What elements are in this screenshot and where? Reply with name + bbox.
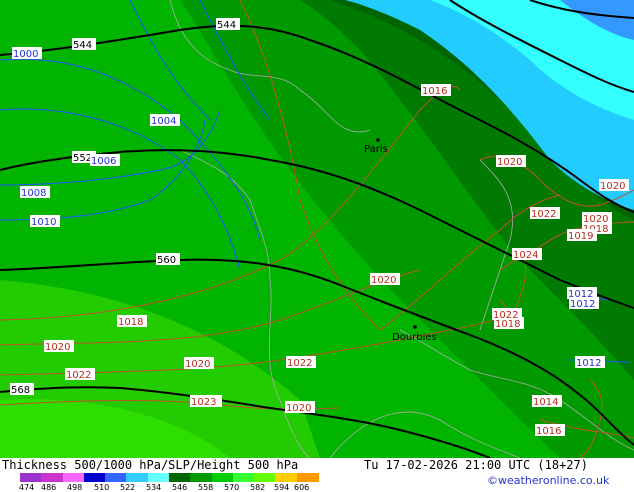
pressure-label: 1006	[91, 156, 116, 167]
scale-tick: 522	[120, 483, 136, 492]
scale-tick: 558	[198, 483, 214, 492]
scale-tick: 534	[146, 483, 162, 492]
pressure-label: 1022	[66, 370, 91, 381]
pressure-label: 1020	[371, 275, 396, 286]
pressure-label: 1020	[185, 359, 210, 370]
pressure-label: 1020	[286, 403, 311, 414]
map-datetime: Tu 17-02-2026 21:00 UTC (18+27)	[364, 458, 588, 472]
pressure-label: 1016	[422, 86, 447, 97]
scale-swatch	[275, 473, 298, 482]
pressure-label: 1020	[600, 181, 625, 192]
scale-swatch	[126, 473, 149, 482]
height-label: 544	[73, 40, 92, 51]
scale-tick: 606	[294, 483, 310, 492]
pressure-label: 1019	[568, 231, 593, 242]
pressure-label: 1020	[45, 342, 70, 353]
height-label: 560	[157, 255, 176, 266]
pressure-label: 1008	[21, 188, 46, 199]
scale-swatch	[169, 473, 191, 482]
scale-swatch	[190, 473, 213, 482]
pressure-label: 1000	[13, 49, 38, 60]
pressure-label: 1018	[118, 317, 143, 328]
scale-tick: 582	[250, 483, 266, 492]
scale-tick: 498	[67, 483, 83, 492]
pressure-label: 1004	[151, 116, 176, 127]
pressure-label: 1016	[536, 426, 561, 437]
pressure-label: 1022	[531, 209, 556, 220]
dourbies-marker	[413, 325, 417, 329]
height-label: 552	[73, 153, 92, 164]
height-label: 544	[217, 20, 236, 31]
scale-swatch	[254, 473, 277, 482]
scale-tick: 510	[94, 483, 110, 492]
scale-tick: 594	[274, 483, 290, 492]
scale-swatch	[147, 473, 170, 482]
city-label-paris: Paris	[364, 144, 388, 155]
weather-map: Paris Dourbies 544 544 552 560 568 1000 …	[0, 0, 634, 458]
scale-swatch	[296, 473, 319, 482]
height-label: 568	[11, 385, 30, 396]
pressure-label: 1023	[191, 397, 216, 408]
scale-tick: 474	[19, 483, 35, 492]
scale-swatch	[20, 473, 42, 482]
scale-swatch	[211, 473, 234, 482]
pressure-label: 1010	[31, 217, 56, 228]
paris-marker	[376, 138, 380, 142]
pressure-label: 1022	[287, 358, 312, 369]
pressure-label: 1012	[576, 358, 601, 369]
scale-tick: 570	[224, 483, 240, 492]
credit-link[interactable]: ©weatheronline.co.uk	[487, 474, 609, 487]
pressure-label: 1024	[513, 250, 538, 261]
pressure-label: 1022	[493, 310, 518, 321]
scale-swatch	[62, 473, 85, 482]
scale-tick: 546	[172, 483, 188, 492]
pressure-label: 1012	[570, 299, 595, 310]
pressure-label: 1014	[533, 397, 558, 408]
pressure-label: 1020	[497, 157, 522, 168]
scale-swatch	[41, 473, 64, 482]
scale-swatch	[105, 473, 128, 482]
map-title: Thickness 500/1000 hPa/SLP/Height 500 hP…	[2, 458, 299, 472]
city-label-dourbies: Dourbies	[392, 332, 437, 343]
scale-tick: 486	[41, 483, 57, 492]
scale-swatch	[232, 473, 255, 482]
scale-swatch	[83, 473, 106, 482]
